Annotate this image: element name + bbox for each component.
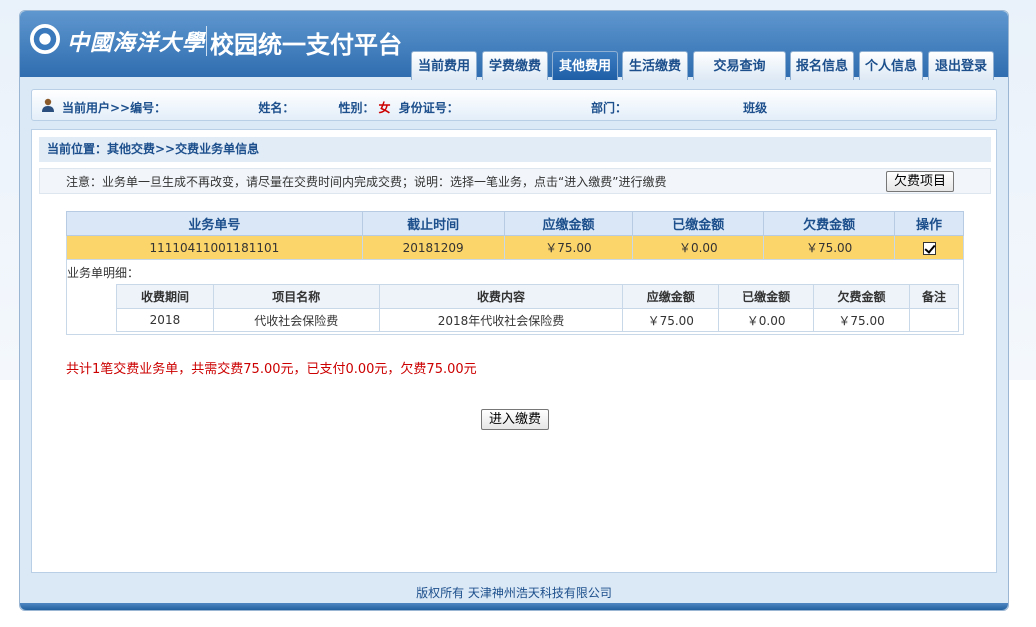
- nav-tab-current-fees[interactable]: 当前费用: [411, 51, 477, 80]
- detail-header-period: 收费期间: [116, 284, 214, 309]
- enter-payment-button[interactable]: 进入缴费: [481, 409, 550, 430]
- nav-tab-personal-info[interactable]: 个人信息: [859, 51, 923, 80]
- col-header-action: 操作: [894, 211, 964, 236]
- user-class-label: 班级: [743, 101, 768, 115]
- payment-summary: 共计1笔交费业务单，共需交费75.00元，已支付0.00元，欠费75.00元: [66, 362, 477, 377]
- footer-copyright: 版权所有 天津神州浩天科技有限公司: [416, 586, 612, 600]
- order-detail-section: 业务单明细： 收费期间 项目名称 收费内容 应缴金额 已缴金额 欠费金额 备注 …: [66, 260, 964, 335]
- school-name: 中國海洋大學: [67, 30, 206, 56]
- user-idcard-label: 身份证号：: [398, 101, 459, 115]
- detail-header-item-name: 项目名称: [212, 284, 380, 309]
- detail-cell-remark: [909, 308, 959, 332]
- business-order-table: 业务单号 截止时间 应缴金额 已缴金额 欠费金额 操作 111104110011…: [66, 211, 964, 260]
- nav-tab-other-fees[interactable]: 其他费用: [552, 51, 618, 80]
- user-gender-label: 性别：: [338, 101, 375, 115]
- breadcrumb: 当前位置：其他交费>>交费业务单信息: [39, 137, 991, 162]
- detail-header-content: 收费内容: [378, 284, 624, 309]
- detail-cell-period: 2018: [116, 308, 214, 332]
- cell-amount-due: ￥75.00: [503, 235, 634, 260]
- detail-cell-item-name: 代收社会保险费: [212, 308, 380, 332]
- cell-deadline: 20181209: [361, 235, 505, 260]
- col-header-amount-paid: 已缴金额: [632, 211, 765, 236]
- user-id-label: 当前用户>>编号：: [62, 101, 167, 115]
- col-header-deadline: 截止时间: [361, 211, 505, 236]
- user-dept-label: 部门：: [590, 101, 627, 115]
- user-icon: [42, 98, 54, 112]
- content-panel: 当前位置：其他交费>>交费业务单信息 注意：业务单一旦生成不再改变，请尽量在交费…: [31, 129, 997, 573]
- nav-tab-logout[interactable]: 退出登录: [928, 51, 994, 80]
- detail-cell-amount-due: ￥75.00: [622, 308, 720, 332]
- select-order-checkbox[interactable]: [922, 241, 936, 255]
- arrears-items-button[interactable]: 欠费项目: [885, 171, 954, 192]
- footer-bar: [20, 603, 1008, 610]
- logo-divider: [206, 26, 207, 56]
- col-header-amount-due: 应缴金额: [503, 211, 634, 236]
- detail-header-arrears: 欠费金额: [813, 284, 911, 309]
- nav-tab-living-fees[interactable]: 生活缴费: [622, 51, 688, 80]
- user-name-label: 姓名：: [258, 101, 295, 115]
- cell-arrears: ￥75.00: [763, 235, 896, 260]
- detail-header-amount-due: 应缴金额: [622, 284, 720, 309]
- user-info-bar: 当前用户>>编号： 姓名： 性别：女 身份证号： 部门： 班级: [31, 89, 997, 121]
- detail-cell-content: 2018年代收社会保险费: [378, 308, 624, 332]
- col-header-order-no: 业务单号: [66, 211, 363, 236]
- cell-action: [894, 235, 964, 260]
- detail-header-amount-paid: 已缴金额: [718, 284, 815, 309]
- notice-text: 注意：业务单一旦生成不再改变，请尽量在交费时间内完成交费；说明：选择一笔业务，点…: [66, 175, 667, 189]
- header: 中國海洋大學 校园统一支付平台 当前费用 学费缴费 其他费用 生活缴费 交易查询…: [20, 11, 1008, 80]
- detail-cell-arrears: ￥75.00: [813, 308, 911, 332]
- detail-header-remark: 备注: [909, 284, 959, 309]
- cell-order-no: 11110411001181101: [66, 235, 363, 260]
- user-gender-value: 女: [378, 101, 391, 115]
- nav-tab-registration-info[interactable]: 报名信息: [790, 51, 854, 80]
- nav-tab-transaction-query[interactable]: 交易查询: [693, 51, 786, 80]
- notice-bar: 注意：业务单一旦生成不再改变，请尽量在交费时间内完成交费；说明：选择一笔业务，点…: [39, 168, 991, 194]
- table-row: 2018 代收社会保险费 2018年代收社会保险费 ￥75.00 ￥0.00 ￥…: [116, 308, 959, 332]
- nav-tab-tuition[interactable]: 学费缴费: [482, 51, 548, 80]
- platform-title: 校园统一支付平台: [210, 31, 402, 59]
- detail-cell-amount-paid: ￥0.00: [718, 308, 815, 332]
- table-row[interactable]: 11110411001181101 20181209 ￥75.00 ￥0.00 …: [66, 235, 964, 260]
- detail-label: 业务单明细：: [67, 266, 140, 280]
- university-emblem-icon: [30, 24, 60, 54]
- cell-amount-paid: ￥0.00: [632, 235, 765, 260]
- user-info-line: 当前用户>>编号： 姓名： 性别：女 身份证号： 部门： 班级: [62, 99, 771, 116]
- col-header-arrears: 欠费金额: [763, 211, 896, 236]
- order-detail-table: 收费期间 项目名称 收费内容 应缴金额 已缴金额 欠费金额 备注 2018 代收…: [116, 284, 959, 332]
